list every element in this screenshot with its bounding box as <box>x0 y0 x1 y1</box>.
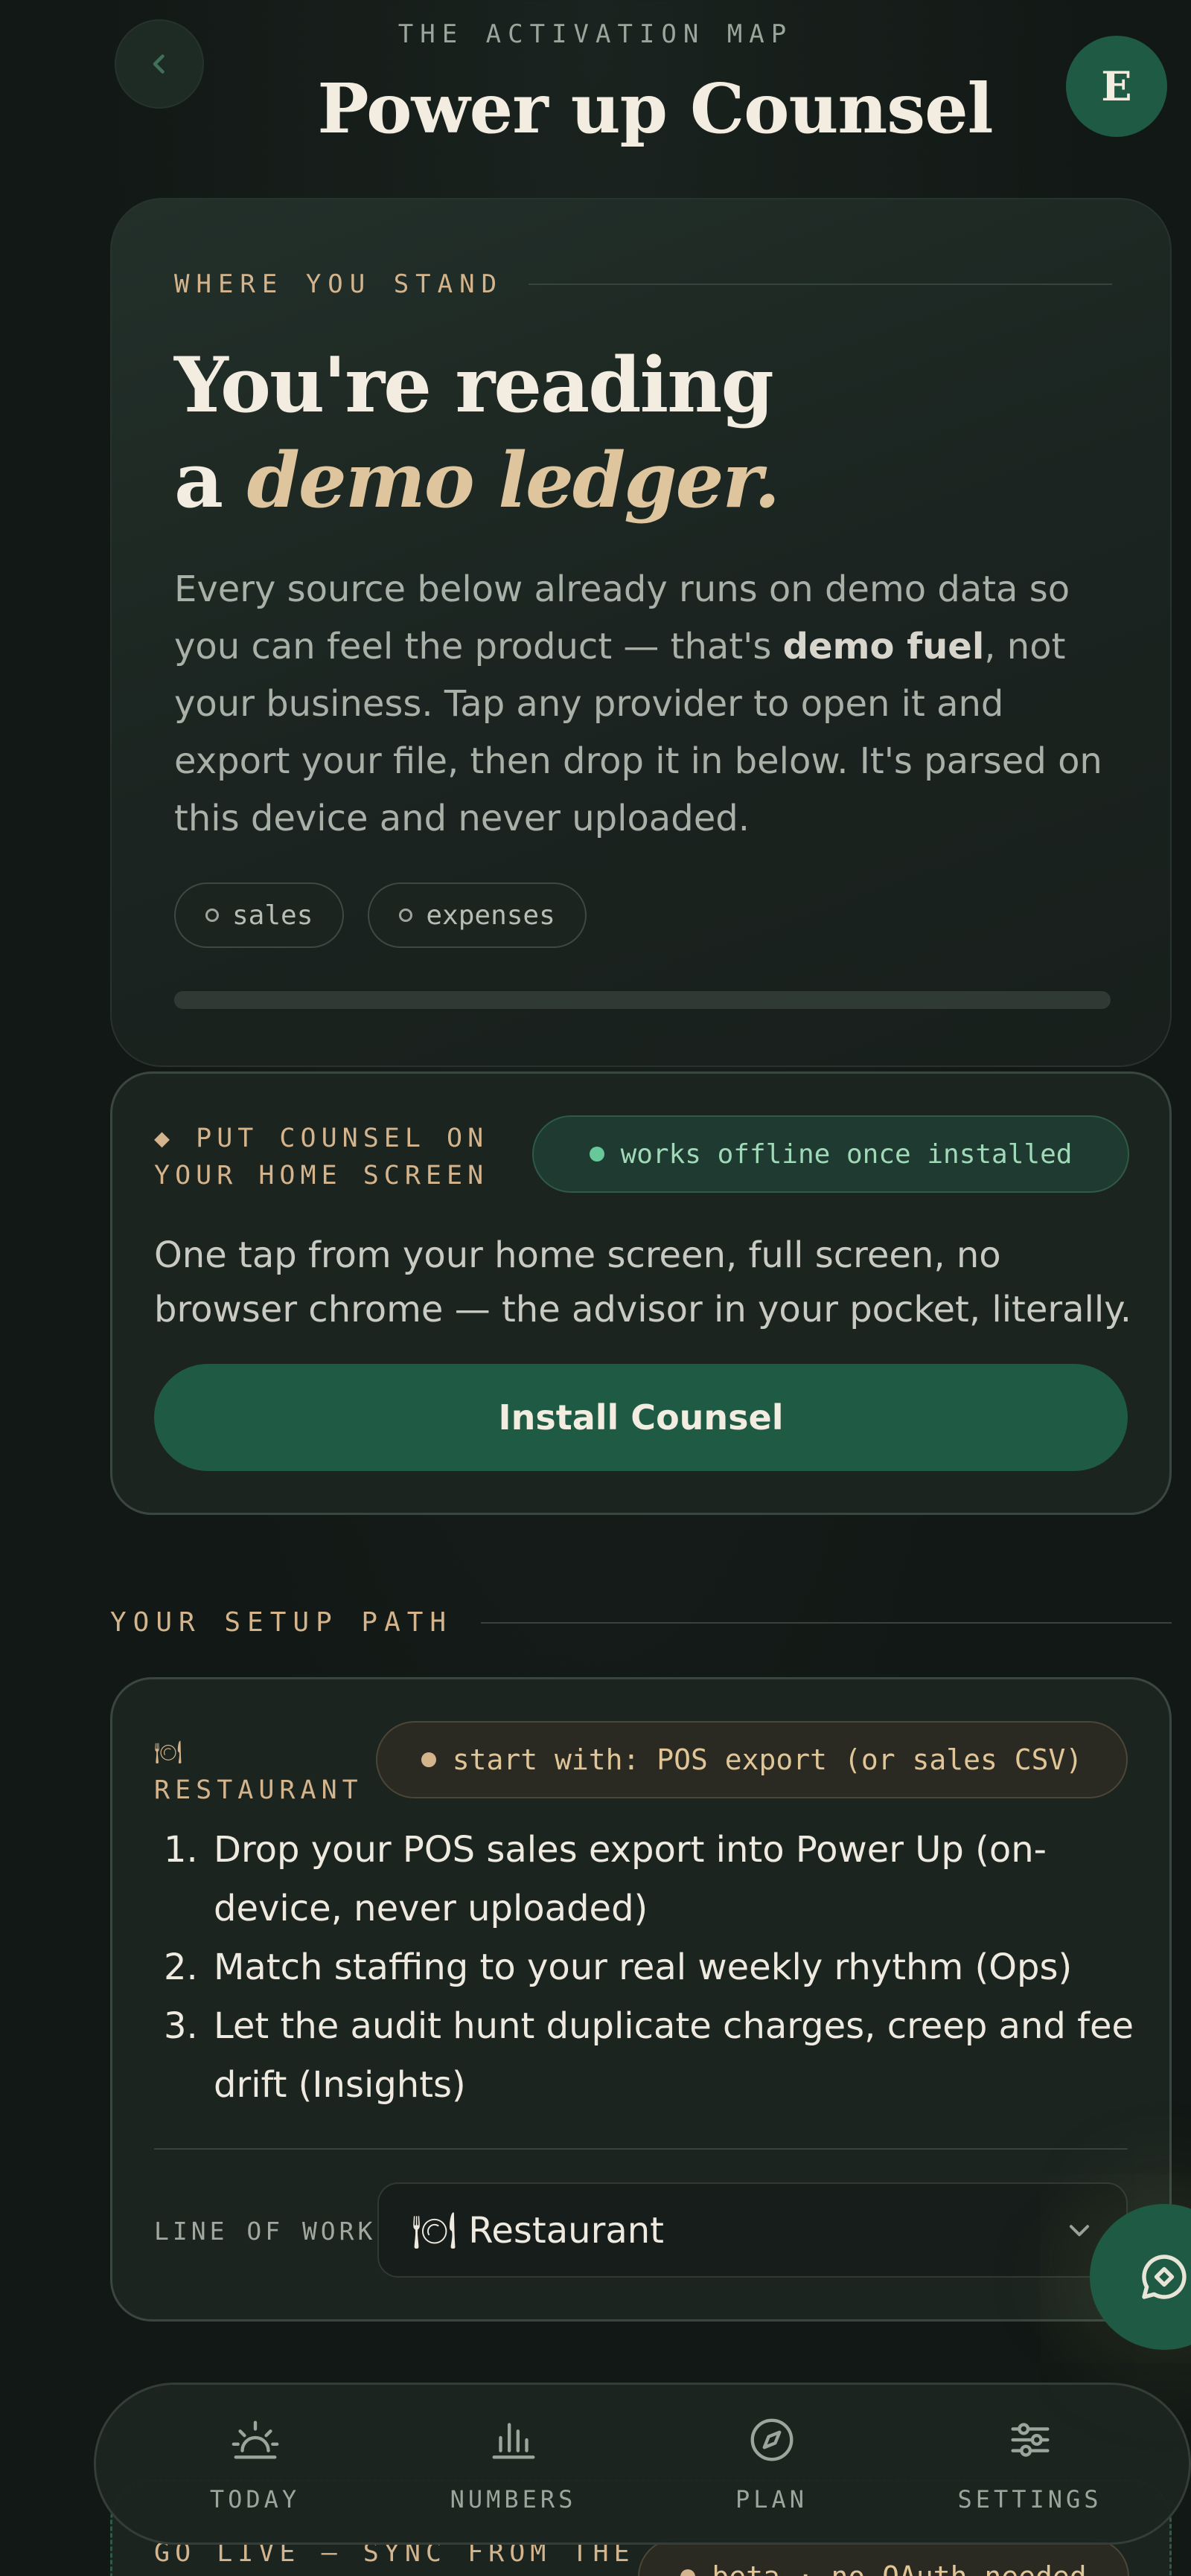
lead-bold: demo fuel <box>782 626 985 667</box>
chip-sales[interactable]: sales <box>174 882 345 948</box>
headline-emphasis: demo ledger. <box>246 436 781 525</box>
section-divider <box>481 1621 1172 1624</box>
business-type-label: 🍽 RESTAURANT <box>154 1734 363 1809</box>
sliders-icon <box>1010 2423 1050 2457</box>
kicker-divider <box>529 283 1112 285</box>
status-dot-icon <box>589 1147 604 1162</box>
offline-badge: works offline once installed <box>532 1115 1129 1193</box>
nav-today[interactable]: TODAY <box>151 2414 360 2513</box>
nav-plan[interactable]: PLAN <box>668 2414 876 2513</box>
install-label: ◆ PUT COUNSEL ON YOUR HOME SCREEN <box>154 1124 489 1191</box>
start-with-badge: start with: POS export (or sales CSV) <box>376 1721 1128 1798</box>
page-title: Power up Counsel <box>317 68 993 149</box>
activation-progress-bar <box>174 991 1111 1009</box>
offline-badge-text: works offline once installed <box>620 1138 1073 1170</box>
status-dot-icon <box>680 2569 696 2576</box>
circle-icon <box>205 909 219 922</box>
hero-description: Every source below already runs on demo … <box>174 561 1127 848</box>
plate-icon: 🍽 <box>154 1740 183 1766</box>
line-of-work-label: LINE OF WORK <box>154 2217 377 2246</box>
status-kicker-text: WHERE YOU STAND <box>174 269 504 299</box>
line-of-work-select[interactable]: 🍽 Restaurant <box>377 2182 1128 2278</box>
status-card: WHERE YOU STAND You're reading a demo le… <box>110 198 1172 1067</box>
start-badge-text: start with: POS export (or sales CSV) <box>452 1743 1083 1776</box>
setup-section-title: YOUR SETUP PATH <box>110 1607 453 1638</box>
headline-article: a <box>174 436 223 525</box>
nav-numbers[interactable]: NUMBERS <box>409 2414 618 2513</box>
chat-bubble-icon <box>1142 2255 1187 2299</box>
business-label-text: RESTAURANT <box>154 1775 363 1805</box>
setup-section-header: YOUR SETUP PATH <box>110 1607 1172 1638</box>
source-chips: sales expenses <box>174 882 587 948</box>
compass-icon <box>750 2418 793 2461</box>
chip-label: expenses <box>426 900 555 931</box>
beta-badge-text: beta · no OAuth needed <box>712 2560 1086 2576</box>
circle-icon <box>399 909 413 922</box>
headline-line1: You're reading <box>174 341 774 430</box>
chip-expenses[interactable]: expenses <box>368 882 587 948</box>
avatar[interactable]: E <box>1066 36 1167 137</box>
setup-divider <box>154 2148 1128 2150</box>
setup-steps-list: Drop your POS sales export into Power Up… <box>209 1821 1140 2115</box>
nav-numbers-label: NUMBERS <box>450 2485 577 2513</box>
setup-step: Drop your POS sales export into Power Up… <box>209 1821 1140 1938</box>
bar-chart-icon <box>492 2423 534 2459</box>
setup-step: Match staffing to your real weekly rhyth… <box>209 1938 1140 1997</box>
chip-label: sales <box>232 900 313 931</box>
nav-settings-label: SETTINGS <box>957 2485 1102 2513</box>
sunrise-icon <box>232 2420 278 2459</box>
status-dot-icon <box>421 1752 436 1767</box>
install-description: One tap from your home screen, full scre… <box>154 1234 1132 1330</box>
install-card: ◆ PUT COUNSEL ON YOUR HOME SCREEN works … <box>110 1071 1172 1515</box>
setup-card: 🍽 RESTAURANT start with: POS export (or … <box>110 1677 1172 2322</box>
status-kicker: WHERE YOU STAND <box>174 269 1112 299</box>
nav-settings[interactable]: SETTINGS <box>926 2414 1134 2513</box>
chevron-down-icon <box>1069 2225 1090 2237</box>
nav-plan-label: PLAN <box>735 2485 808 2513</box>
page-eyebrow: THE ACTIVATION MAP <box>397 19 794 49</box>
line-of-work-value: 🍽 Restaurant <box>412 2209 664 2252</box>
hero-headline: You're reading a demo ledger. <box>174 338 781 528</box>
install-button[interactable]: Install Counsel <box>154 1364 1128 1471</box>
bottom-nav: TODAY NUMBERS PLAN SETTINGS <box>94 2383 1191 2545</box>
setup-step: Let the audit hunt duplicate charges, cr… <box>209 1997 1140 2115</box>
nav-today-label: TODAY <box>209 2485 301 2513</box>
